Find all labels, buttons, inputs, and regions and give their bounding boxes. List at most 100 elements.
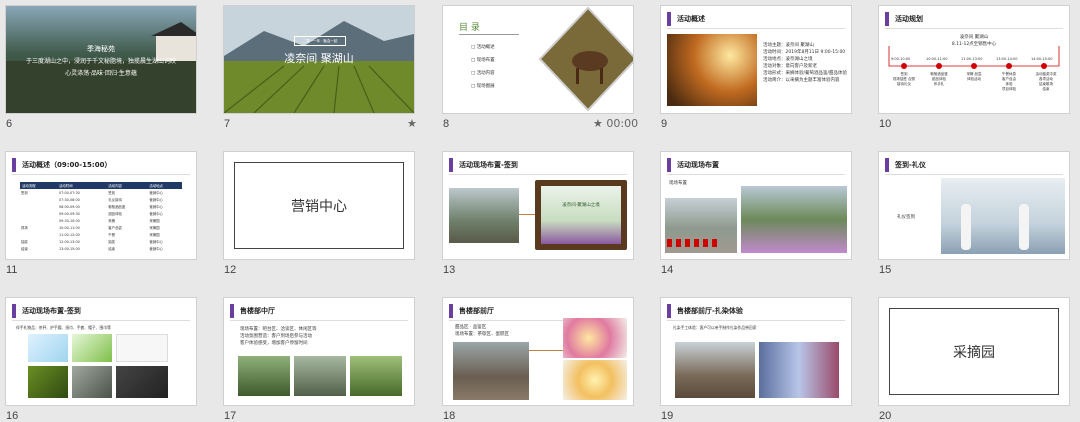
toc-title: 目 录 <box>459 23 480 33</box>
red-lanterns <box>667 239 717 247</box>
toc-list: □ 活动概述 □ 现场布置 □ 活动内容 □ 现场图展 <box>471 44 495 90</box>
slide-thumbnail-12[interactable]: 营销中心 <box>224 152 414 259</box>
slide-thumbnail-15[interactable]: 签到-礼仪 礼仪签到 <box>879 152 1069 259</box>
timeline-graphic <box>888 46 1060 69</box>
dessert-photo <box>563 360 627 400</box>
street-photo <box>453 342 529 400</box>
slide-number: 19 <box>661 410 674 422</box>
signboard-inner: 凌奈间·聚湖山之境 <box>541 186 621 244</box>
toc-item: □ 现场图展 <box>471 84 495 89</box>
slide-number: 8 <box>443 118 450 130</box>
slide-header: 活动概述（09:00-15:00） <box>12 158 111 172</box>
arrow-connector <box>529 350 563 351</box>
slide-header: 活动概述 <box>667 12 705 26</box>
slide-number: 15 <box>879 264 892 276</box>
schedule-table: 活动流程 活动时间 活动内容 活动地点 签到 07:00-07:30 签到 营销中心 … <box>20 182 182 252</box>
slide-thumbnail-19[interactable]: 售楼部前厅-扎染体验 扎染手工体验：客户可以亲手制作扎染作品带回家 <box>661 298 851 405</box>
table-row: 现场 10:00-11:00 客户品尝 采摘园 <box>21 225 160 231</box>
header-divider <box>12 174 190 175</box>
gloves-photo <box>116 334 168 362</box>
slide-header: 售楼部前厅-扎染体验 <box>667 304 743 318</box>
caption: 礼仪签到 <box>897 215 915 220</box>
venue-photo <box>665 198 737 253</box>
toc-item: □ 现场布置 <box>471 58 495 63</box>
slide-thumbnail-14[interactable]: 活动现场布置 现场布置 <box>661 152 851 259</box>
slide-thumbnail-16[interactable]: 活动现场布置-签到 伴手礼物品：茶杯、护手霜、纸巾、手套、帽子、围巾等 <box>6 298 196 405</box>
slide-thumbnail-9[interactable]: 活动概述 活动主题：凌奈间 聚湖山 活动时间：2019年8月11日 9:00-1… <box>661 6 851 113</box>
slide-title: 季海秘苑 <box>87 45 115 53</box>
slide-number: 6 <box>6 118 13 130</box>
slide-line-2: 心灵涤荡·品味·回归·生意蕴 <box>65 70 137 77</box>
subtitle-badge: 二零一一年 · 聚会一起 <box>294 36 346 46</box>
slide-header: 售楼部中厅 <box>230 304 275 318</box>
fruit-photo <box>28 366 68 398</box>
slide-number: 20 <box>879 410 892 422</box>
timeline-item: 采摘 品尝 体验活动 <box>966 72 982 81</box>
caption: 现场布置 <box>669 181 687 186</box>
header-divider <box>12 320 190 321</box>
slide-number: 16 <box>6 410 19 422</box>
header-divider <box>667 320 845 321</box>
dessert-photo <box>563 318 627 358</box>
timeline-item: 葡萄酒品鉴 甜品体验 伴手礼 <box>930 72 948 86</box>
garden-photo <box>350 356 402 396</box>
animation-star-icon: ★ <box>407 117 417 130</box>
timeline-item: 活动抽奖中奖 各项活动 结束散场 结束 <box>1035 72 1057 91</box>
slide-header: 售楼部前厅 <box>449 304 494 318</box>
slide-number: 10 <box>879 118 892 130</box>
slide-label: 采摘园 <box>889 308 1059 395</box>
arrow-connector <box>519 214 535 215</box>
slide-header: 活动现场布置 <box>667 158 719 172</box>
crowd-photo <box>238 356 290 396</box>
garden-photo <box>741 186 847 253</box>
slide-header: 活动现场布置-签到 <box>12 304 81 318</box>
timing-display: ★ 00:00 <box>593 117 639 130</box>
timeline-item: 签到 现场抽签 合照 接待礼仪 <box>892 72 916 86</box>
timeline-time: 11:00-13:00 <box>961 57 983 61</box>
venue-photo <box>449 188 519 243</box>
slide-number: 7 <box>224 118 231 130</box>
toc-item: □ 活动概述 <box>471 45 495 50</box>
slide-header: 签到-礼仪 <box>885 158 926 172</box>
caption: 伴手礼物品：茶杯、护手霜、纸巾、手套、帽子、围巾等 <box>16 325 111 330</box>
slide-thumbnail-10[interactable]: 活动规划 凌奈间 聚湖山 8.11-12点至销售中心 9:00-10:00 10… <box>879 6 1069 113</box>
slide-label: 营销中心 <box>234 162 404 249</box>
caption: 扎染手工体验：客户可以亲手制作扎染作品带回家 <box>673 325 757 330</box>
slide-number: 14 <box>661 264 674 276</box>
slide-thumbnail-13[interactable]: 活动现场布置-签到 凌奈间·聚湖山之境 <box>443 152 633 259</box>
slide-title: 凌奈间 聚湖山 <box>284 52 354 65</box>
wristband-photo <box>116 366 168 398</box>
toc-divider <box>459 34 519 35</box>
cream-photo <box>28 334 68 362</box>
hostess-figure <box>1019 204 1029 250</box>
reception-photo <box>941 178 1065 254</box>
table-header-row: 活动流程 活动时间 活动内容 活动地点 <box>20 182 182 189</box>
table-row: 签到 07:00-07:30 签到 营销中心 <box>21 190 163 196</box>
header-divider <box>667 28 845 29</box>
header-divider <box>885 174 1063 175</box>
slide-thumbnail-11[interactable]: 活动概述（09:00-15:00） 活动流程 活动时间 活动内容 活动地点 签到… <box>6 152 196 259</box>
slide-number: 17 <box>224 410 237 422</box>
table-row: 09:30-10:00 采摘 采摘园 <box>59 218 160 224</box>
info-lines: 甜品区 · 品鉴区 现场布置：茶歇区、蛋糕区 <box>455 325 509 337</box>
table-row: 09:00-09:30 甜品体验 营销中心 <box>59 211 163 217</box>
slide-number: 18 <box>443 410 456 422</box>
slide-thumbnail-18[interactable]: 售楼部前厅 甜品区 · 品鉴区 现场布置：茶歇区、蛋糕区 <box>443 298 633 405</box>
slide-thumbnail-17[interactable]: 售楼部中厅 现场布置：吧台区、洽谈区、休闲区等 活动氛围营造：客户到场后参与活动… <box>224 298 414 405</box>
info-lines: 活动主题：凌奈间 聚湖山 活动时间：2019年8月11日 9:00-15:00 … <box>763 43 848 83</box>
table-row: 抽奖 12:00-13:00 抽奖 营销中心 <box>21 239 163 245</box>
signboard-photo: 凌奈间·聚湖山之境 <box>535 180 627 250</box>
hostess-figure <box>961 204 971 250</box>
activity-photo <box>675 342 755 398</box>
slide-number: 13 <box>443 264 456 276</box>
slide-thumbnail-7[interactable]: 二零一一年 · 聚会一起 凌奈间 聚湖山 <box>224 6 414 113</box>
timeline-time: 14:00-15:00 <box>1031 57 1053 61</box>
timeline-time: 13:00-14:00 <box>996 57 1018 61</box>
table-row: 08:00-09:00 葡萄酒品鉴 营销中心 <box>59 204 163 210</box>
board-title: 凌奈间·聚湖山之境 <box>562 203 600 208</box>
header-divider <box>885 28 1063 29</box>
slide-number: 12 <box>224 264 237 276</box>
slide-thumbnail-8[interactable]: 目 录 □ 活动概述 □ 现场布置 □ 活动内容 □ 现场图展 <box>443 6 633 113</box>
slide-thumbnail-20[interactable]: 采摘园 <box>879 298 1069 405</box>
slide-thumbnail-6[interactable]: 季海秘苑 于三度湖山之中，浸润于千文秘脂境，独揽晨生湖山词映 心灵涤荡·品味·回… <box>6 6 196 113</box>
